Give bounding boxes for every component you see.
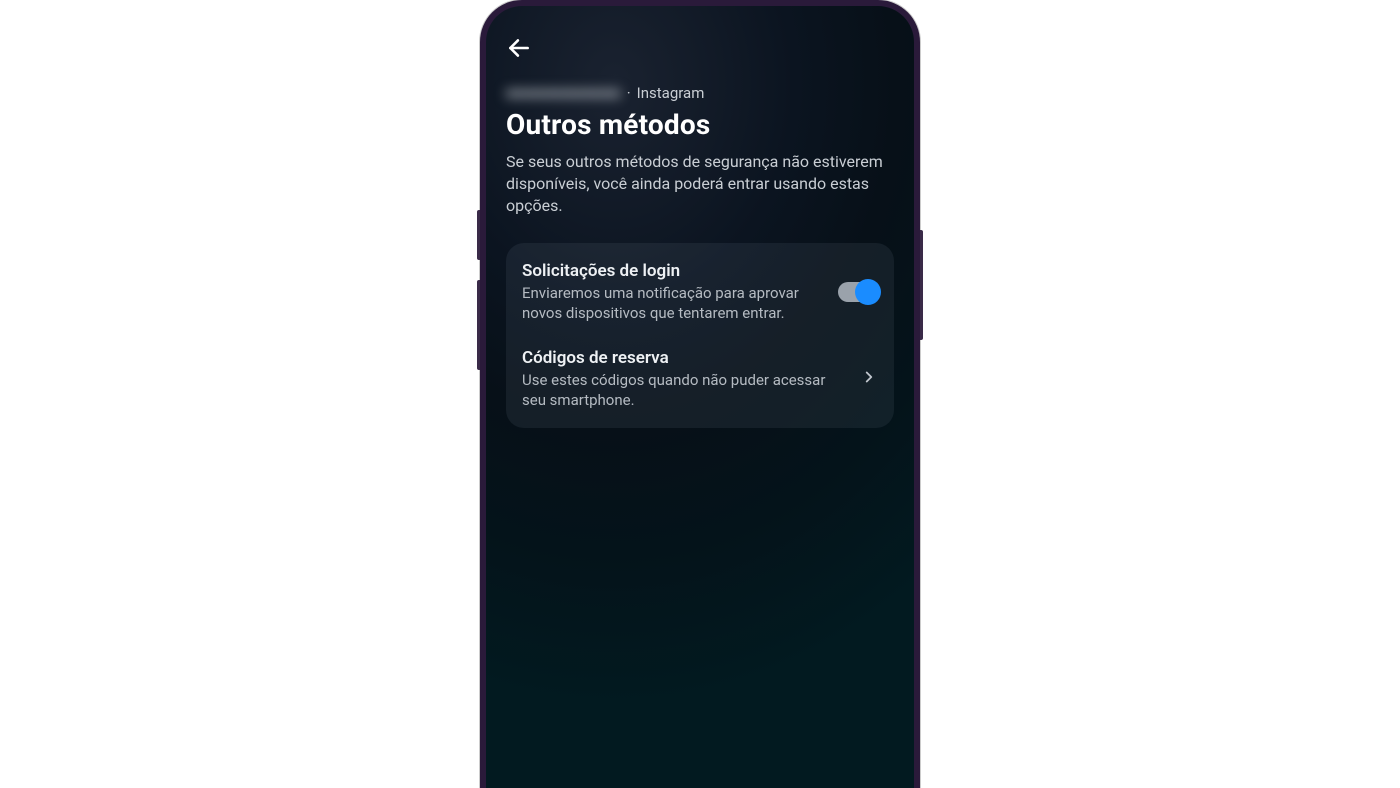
chevron-right-icon bbox=[860, 368, 878, 390]
option-description: Enviaremos uma notificação para aprovar … bbox=[522, 283, 824, 324]
phone-power-button bbox=[920, 230, 923, 340]
page-subtitle: Se seus outros métodos de segurança não … bbox=[506, 151, 894, 217]
option-description: Use estes códigos quando não puder acess… bbox=[522, 370, 846, 411]
account-breadcrumb: ■■■■■■■■■■■■ · Instagram bbox=[506, 84, 894, 102]
options-card: Solicitações de login Enviaremos uma not… bbox=[506, 243, 894, 428]
option-title: Solicitações de login bbox=[522, 261, 824, 281]
phone-volume-button bbox=[477, 210, 480, 260]
breadcrumb-separator: · bbox=[627, 84, 631, 102]
phone-frame: ■■■■■■■■■■■■ · Instagram Outros métodos … bbox=[480, 0, 920, 788]
option-login-requests[interactable]: Solicitações de login Enviaremos uma not… bbox=[522, 261, 878, 324]
platform-label: Instagram bbox=[637, 84, 705, 102]
toggle-knob bbox=[855, 279, 881, 305]
back-icon[interactable] bbox=[506, 35, 532, 65]
screen: ■■■■■■■■■■■■ · Instagram Outros métodos … bbox=[486, 6, 914, 788]
login-requests-toggle[interactable] bbox=[838, 282, 878, 302]
option-backup-codes[interactable]: Códigos de reserva Use estes códigos qua… bbox=[522, 348, 878, 411]
page-title: Outros métodos bbox=[506, 108, 894, 141]
option-title: Códigos de reserva bbox=[522, 348, 846, 368]
phone-volume-button bbox=[477, 280, 480, 370]
account-name-blurred: ■■■■■■■■■■■■ bbox=[506, 84, 621, 102]
